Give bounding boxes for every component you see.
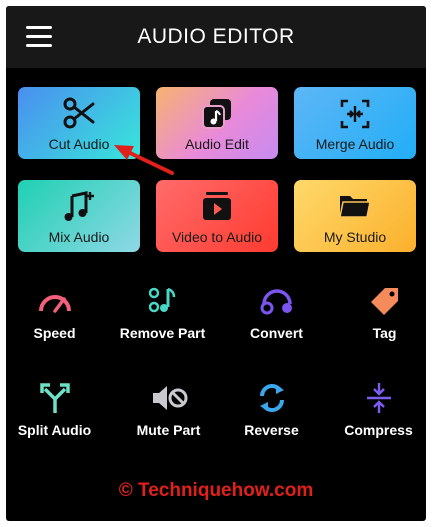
speed-tool[interactable]: Speed bbox=[6, 284, 107, 354]
compress-tool[interactable]: Compress bbox=[326, 381, 426, 451]
remove-part-tool[interactable]: Remove Part bbox=[110, 284, 215, 354]
remove-part-label: Remove Part bbox=[119, 325, 206, 341]
folder-icon bbox=[294, 190, 416, 222]
merge-icon bbox=[294, 97, 416, 129]
mute-part-tool[interactable]: Mute Part bbox=[116, 381, 221, 451]
convert-tool[interactable]: Convert bbox=[224, 284, 329, 354]
reverse-icon bbox=[219, 381, 324, 415]
scissors-icon bbox=[18, 97, 140, 129]
merge-audio-label: Merge Audio bbox=[315, 136, 395, 152]
video-to-audio-card[interactable]: Video to Audio bbox=[156, 180, 278, 252]
audio-edit-icon bbox=[156, 97, 278, 129]
remove-part-icon bbox=[110, 284, 215, 318]
watermark-text: © Techniquehow.com bbox=[118, 480, 314, 501]
my-studio-card[interactable]: My Studio bbox=[294, 180, 416, 252]
cut-audio-card[interactable]: Cut Audio bbox=[18, 87, 140, 159]
convert-label: Convert bbox=[250, 325, 303, 341]
compress-icon bbox=[326, 381, 426, 415]
reverse-tool[interactable]: Reverse bbox=[219, 381, 324, 451]
convert-icon bbox=[224, 284, 329, 318]
mute-part-label: Mute Part bbox=[136, 422, 201, 438]
split-audio-label: Split Audio bbox=[17, 422, 92, 438]
tag-tool[interactable]: Tag bbox=[332, 284, 426, 354]
merge-audio-card[interactable]: Merge Audio bbox=[294, 87, 416, 159]
tag-label: Tag bbox=[372, 325, 397, 341]
mix-audio-card[interactable]: Mix Audio bbox=[18, 180, 140, 252]
mix-audio-label: Mix Audio bbox=[48, 229, 110, 245]
audio-edit-label: Audio Edit bbox=[185, 136, 249, 152]
app-screen: AUDIO EDITOR Cut Audio Audio Edit Merge … bbox=[6, 6, 426, 521]
top-bar: AUDIO EDITOR bbox=[6, 6, 426, 68]
audio-edit-card[interactable]: Audio Edit bbox=[156, 87, 278, 159]
page-title: AUDIO EDITOR bbox=[137, 25, 295, 48]
tag-icon bbox=[332, 284, 426, 318]
video-icon bbox=[156, 190, 278, 222]
speed-gauge-icon bbox=[6, 284, 107, 318]
split-audio-tool[interactable]: Split Audio bbox=[6, 381, 107, 451]
reverse-label: Reverse bbox=[244, 422, 299, 438]
my-studio-label: My Studio bbox=[323, 229, 387, 245]
music-add-icon bbox=[18, 190, 140, 222]
video-to-audio-label: Video to Audio bbox=[171, 229, 263, 245]
split-icon bbox=[6, 381, 107, 415]
compress-label: Compress bbox=[344, 422, 413, 438]
mute-icon bbox=[116, 381, 221, 415]
cut-audio-label: Cut Audio bbox=[48, 136, 110, 152]
speed-label: Speed bbox=[33, 325, 76, 341]
